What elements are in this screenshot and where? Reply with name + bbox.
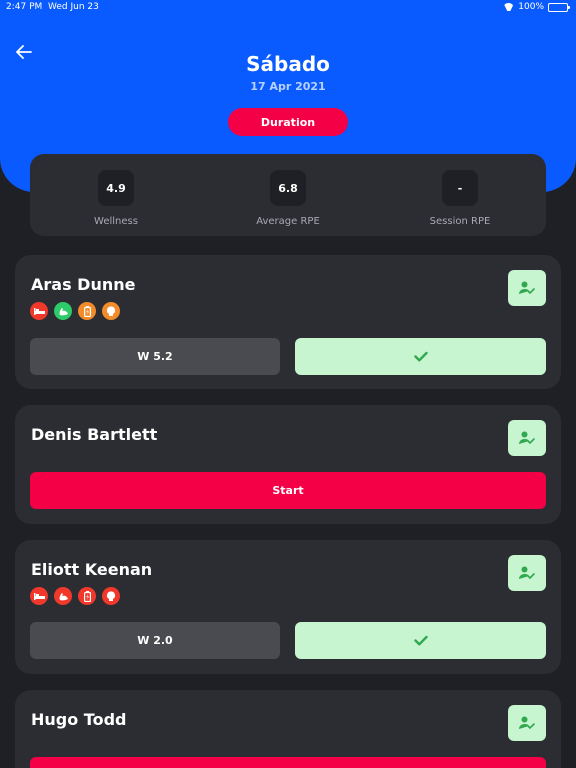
wellness-metric: 4.9 Wellness [51, 170, 181, 227]
person-check-icon [519, 281, 535, 295]
bed-icon [30, 302, 48, 320]
battery-percent: 100% [518, 2, 544, 12]
player-card: Aras Dunne W 5.2 [15, 255, 561, 389]
player-card: Eliott Keenan W 2.0 [15, 540, 561, 674]
person-check-button[interactable] [508, 705, 546, 741]
page-title: Sábado [246, 52, 330, 76]
bed-icon [30, 587, 48, 605]
player-name: Aras Dunne [31, 275, 136, 294]
session-summary: 4.9 Wellness 6.8 Average RPE - Session R… [30, 154, 546, 236]
status-date: Wed Jun 23 [48, 2, 99, 12]
person-check-icon [519, 566, 535, 580]
duration-button[interactable]: Duration [228, 108, 348, 136]
player-card: Denis Bartlett Start [15, 405, 561, 524]
completed-button[interactable] [295, 338, 546, 375]
average-rpe-value: 6.8 [270, 170, 306, 206]
player-card: Hugo Todd [15, 690, 561, 768]
player-name: Denis Bartlett [31, 425, 158, 444]
wellness-badges [30, 587, 120, 605]
session-rpe-label: Session RPE [429, 216, 491, 227]
brain-icon [102, 587, 120, 605]
person-check-icon [519, 431, 535, 445]
status-icons: 100% [503, 2, 570, 12]
checkmark-icon [413, 635, 428, 646]
wellness-badges [30, 302, 120, 320]
muscle-icon [54, 302, 72, 320]
brain-icon [102, 302, 120, 320]
average-rpe-label: Average RPE [256, 216, 320, 227]
player-name: Hugo Todd [31, 710, 127, 729]
player-name: Eliott Keenan [31, 560, 153, 579]
wifi-icon [503, 3, 514, 11]
wellness-value: 4.9 [98, 170, 134, 206]
person-check-icon [519, 716, 535, 730]
session-rpe-metric: - Session RPE [395, 170, 525, 227]
start-button[interactable] [30, 757, 546, 768]
checkmark-icon [413, 351, 428, 362]
battery-icon [78, 587, 96, 605]
start-button[interactable]: Start [30, 472, 546, 509]
session-date: 17 Apr 2021 [250, 80, 326, 93]
status-bar: 2:47 PM Wed Jun 23 100% [0, 0, 576, 16]
completed-button[interactable] [295, 622, 546, 659]
battery-icon [548, 2, 570, 12]
wellness-score-button[interactable]: W 5.2 [30, 338, 280, 375]
session-rpe-value: - [442, 170, 478, 206]
status-time: 2:47 PM [6, 2, 43, 12]
average-rpe-metric: 6.8 Average RPE [223, 170, 353, 227]
battery-icon [78, 302, 96, 320]
person-check-button[interactable] [508, 270, 546, 306]
muscle-icon [54, 587, 72, 605]
person-check-button[interactable] [508, 555, 546, 591]
person-check-button[interactable] [508, 420, 546, 456]
wellness-label: Wellness [94, 216, 138, 227]
wellness-score-button[interactable]: W 2.0 [30, 622, 280, 659]
